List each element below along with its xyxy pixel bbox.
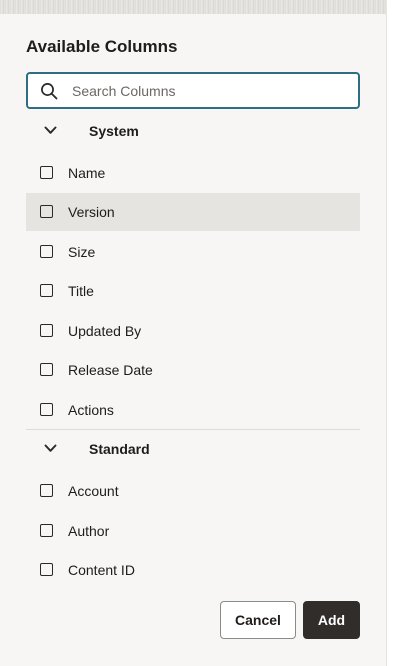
group-label-system: System	[89, 123, 139, 139]
chevron-down-icon[interactable]	[44, 126, 57, 135]
column-option-actions[interactable]: Actions	[26, 391, 360, 429]
column-option-label: Size	[68, 244, 96, 260]
checkbox[interactable]	[40, 403, 53, 416]
checkbox[interactable]	[40, 166, 53, 179]
column-option-label: Title	[68, 283, 94, 299]
checkbox[interactable]	[40, 524, 53, 537]
group-header-standard[interactable]: Standard	[26, 435, 360, 465]
search-icon	[41, 83, 58, 100]
column-option-title[interactable]: Title	[26, 272, 360, 310]
search-box[interactable]	[26, 72, 360, 109]
column-option-release-date[interactable]: Release Date	[26, 351, 360, 389]
checkbox[interactable]	[40, 484, 53, 497]
column-option-content-id[interactable]: Content ID	[26, 551, 360, 589]
column-option-label: Name	[68, 165, 106, 181]
checkbox[interactable]	[40, 284, 53, 297]
group-divider	[26, 429, 360, 430]
column-option-author[interactable]: Author	[26, 512, 360, 550]
checkbox[interactable]	[40, 363, 53, 376]
column-option-name[interactable]: Name	[26, 154, 360, 192]
column-option-label: Actions	[68, 402, 114, 418]
group-header-system[interactable]: System	[26, 117, 360, 147]
column-option-version[interactable]: Version	[26, 193, 360, 231]
add-button[interactable]: Add	[303, 601, 360, 639]
column-option-updated-by[interactable]: Updated By	[26, 312, 360, 350]
column-option-label: Updated By	[68, 323, 142, 339]
panel-title: Available Columns	[26, 37, 178, 56]
checkbox[interactable]	[40, 324, 53, 337]
column-option-label: Version	[68, 204, 115, 220]
group-label-standard: Standard	[89, 441, 150, 457]
column-option-label: Account	[68, 483, 119, 499]
cancel-button[interactable]: Cancel	[220, 601, 296, 639]
column-option-label: Content ID	[68, 562, 135, 578]
column-option-label: Release Date	[68, 362, 153, 378]
column-option-account[interactable]: Account	[26, 472, 360, 510]
available-columns-panel: Available Columns System Name Version Si…	[0, 0, 387, 666]
chevron-down-icon[interactable]	[44, 444, 57, 453]
top-edge-strip	[0, 0, 387, 14]
checkbox[interactable]	[40, 245, 53, 258]
checkbox[interactable]	[40, 563, 53, 576]
column-option-label: Author	[68, 523, 110, 539]
column-option-size[interactable]: Size	[26, 233, 360, 271]
checkbox[interactable]	[40, 205, 53, 218]
search-input[interactable]	[72, 74, 352, 107]
